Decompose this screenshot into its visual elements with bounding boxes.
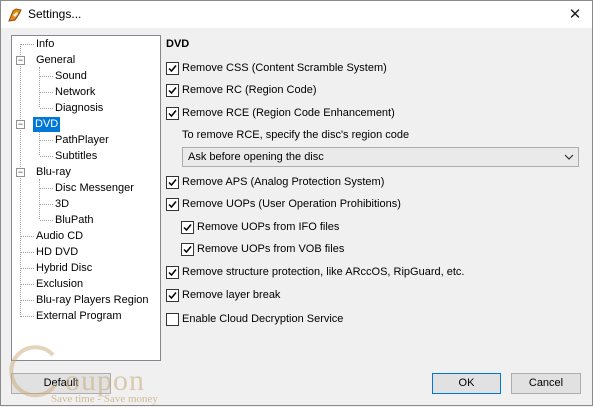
title-bar: Settings... ✕	[1, 1, 592, 28]
checkmark-icon	[168, 269, 177, 277]
region-select-value: Ask before opening the disc	[188, 151, 324, 163]
tree-item-external-program[interactable]: External Program	[34, 309, 124, 324]
checkbox-label: Remove APS (Analog Protection System)	[182, 176, 385, 188]
tree-item-network[interactable]: Network	[53, 85, 97, 100]
tree-item-blupath[interactable]: BluPath	[53, 213, 96, 228]
tree-item-3d[interactable]: 3D	[53, 197, 71, 212]
tree-item-info[interactable]: Info	[34, 37, 56, 52]
tree-guide-line	[21, 316, 34, 317]
rce-hint-label: To remove RCE, specify the disc's region…	[182, 129, 410, 141]
tree-item-pathplayer[interactable]: PathPlayer	[53, 133, 111, 148]
region-code-select[interactable]: Ask before opening the disc	[182, 147, 579, 167]
tree-item-bluray[interactable]: Blu-ray	[34, 165, 73, 180]
checkbox-label: Remove UOPs from VOB files	[197, 243, 345, 255]
window-title: Settings...	[28, 7, 82, 21]
checkmark-icon	[168, 179, 177, 187]
app-fox-icon	[8, 8, 22, 22]
tree-guide-line	[40, 220, 53, 221]
tree-item-exclusion[interactable]: Exclusion	[34, 277, 85, 292]
tree-item-bluray-players-region[interactable]: Blu-ray Players Region	[34, 293, 151, 308]
default-button[interactable]: Default	[11, 373, 111, 394]
tree-guide-line	[40, 92, 53, 93]
tree-guide-line	[39, 179, 40, 219]
collapse-dvd-icon[interactable]: −	[16, 120, 25, 129]
tree-guide-line	[20, 44, 21, 317]
checkbox-box[interactable]	[166, 84, 179, 97]
checkmark-icon	[168, 292, 177, 300]
tree-item-subtitles[interactable]: Subtitles	[53, 149, 99, 164]
checkbox-box[interactable]	[166, 107, 179, 120]
checkbox-box[interactable]	[181, 221, 194, 234]
tree-guide-line	[21, 284, 34, 285]
tree-guide-line	[40, 140, 53, 141]
tree-guide-line	[39, 67, 40, 107]
tree-guide-line	[40, 204, 53, 205]
checkbox-label: Remove RCE (Region Code Enhancement)	[182, 107, 395, 119]
tree-guide-line	[21, 268, 34, 269]
checkbox-box[interactable]	[166, 313, 179, 326]
tree-guide-line	[39, 131, 40, 155]
tree-guide-line	[21, 300, 34, 301]
tree-guide-line	[21, 252, 34, 253]
checkbox-box[interactable]	[166, 198, 179, 211]
checkbox-label: Enable Cloud Decryption Service	[182, 313, 344, 325]
checkmark-icon	[168, 201, 177, 209]
collapse-bluray-icon[interactable]: −	[16, 168, 25, 177]
tree-guide-line	[40, 156, 53, 157]
tree-guide-line	[21, 44, 34, 45]
chevron-down-icon	[564, 154, 574, 160]
checkbox-box[interactable]	[166, 176, 179, 189]
tree-guide-line	[40, 108, 53, 109]
tree-guide-line	[40, 76, 53, 77]
checkbox-label: Remove structure protection, like ARccOS…	[182, 266, 465, 278]
tree-item-diagnosis[interactable]: Diagnosis	[53, 101, 105, 116]
tree-guide-line	[21, 236, 34, 237]
tree-item-disc-messenger[interactable]: Disc Messenger	[53, 181, 136, 196]
checkbox-box[interactable]	[181, 243, 194, 256]
checkmark-icon	[168, 65, 177, 73]
checkmark-icon	[183, 224, 192, 232]
close-icon[interactable]: ✕	[558, 1, 592, 28]
collapse-general-icon[interactable]: −	[16, 56, 25, 65]
tree-item-general[interactable]: General	[34, 53, 77, 68]
checkmark-icon	[183, 246, 192, 254]
tree-guide-line	[40, 188, 53, 189]
tree-item-sound[interactable]: Sound	[53, 69, 89, 84]
checkbox-label: Remove CSS (Content Scramble System)	[182, 62, 387, 74]
section-title: DVD	[166, 38, 190, 50]
checkbox-label: Remove UOPs from IFO files	[197, 221, 340, 233]
checkbox-label: Remove RC (Region Code)	[182, 84, 317, 96]
checkbox-label: Remove layer break	[182, 289, 281, 301]
checkbox-box[interactable]	[166, 62, 179, 75]
settings-window: Settings... ✕ − − − Info General Sound N…	[0, 0, 593, 406]
checkmark-icon	[168, 110, 177, 118]
checkmark-icon	[168, 87, 177, 95]
checkbox-box[interactable]	[166, 266, 179, 279]
tree-item-dvd[interactable]: DVD	[33, 117, 61, 132]
checkbox-label: Remove UOPs (User Operation Prohibitions…	[182, 198, 401, 210]
watermark-tagline: Save time - Save money	[51, 393, 158, 405]
tree-item-hd-dvd[interactable]: HD DVD	[34, 245, 80, 260]
checkbox-box[interactable]	[166, 289, 179, 302]
tree-item-hybrid-disc[interactable]: Hybrid Disc	[34, 261, 94, 276]
ok-button[interactable]: OK	[432, 373, 501, 394]
cancel-button[interactable]: Cancel	[511, 373, 581, 394]
tree-item-audio-cd[interactable]: Audio CD	[34, 229, 85, 244]
settings-tree[interactable]: − − − Info General Sound Network Diagnos…	[11, 35, 161, 361]
